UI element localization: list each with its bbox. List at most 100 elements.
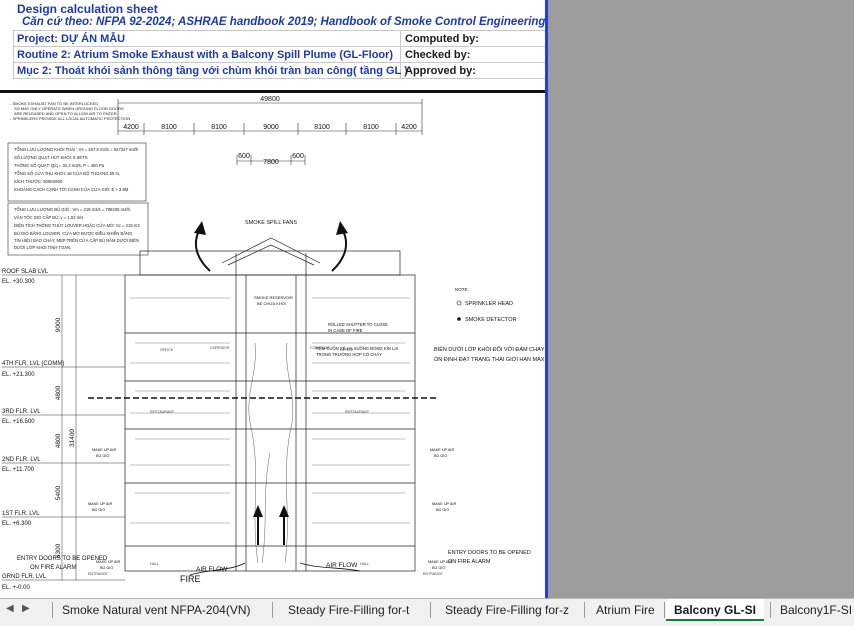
level-elevation: EL. +6.300: [2, 521, 32, 527]
level-lines: [2, 274, 125, 581]
note-line: KHOẢNG CÁCH CẠNH TỚI CẠNH CỬA CỬA GIÓ: E…: [14, 187, 129, 192]
general-notes: - SMOKE EXHAUST FAN TO BE INTERLOCKED SO…: [10, 101, 130, 121]
dimension-span: 8100: [211, 124, 227, 131]
note-line: - SPRINKLERS PROVIDE ALL LOCAL AUTOMATIC…: [10, 116, 130, 121]
shutter-label: ROLLED SHUTTER TO CLOSE: [328, 322, 388, 327]
tab-balcony-1f-si[interactable]: Balcony1F-SI: [772, 599, 854, 621]
note-line: KÍCH THƯỚC: 5000X800: [14, 179, 63, 184]
makeup-air-label: MAKE UP AIR: [92, 448, 116, 452]
first-sheet-icon[interactable]: ◀: [6, 603, 14, 614]
item-cell[interactable]: Mục 2: Thoát khói sảnh thông tầng với ch…: [17, 65, 408, 77]
grid-line: [13, 62, 545, 63]
computed-by-cell[interactable]: Computed by:: [405, 33, 479, 45]
tab-separator: [430, 602, 431, 618]
note-line: TỔNG LƯU LƯỢNG BÙ GIÓ : Vm = 219 m3/s = …: [14, 207, 131, 212]
level-name: ROOF SLAB LVL: [2, 269, 49, 275]
height-dimension: 4800: [55, 385, 62, 400]
room-label: ENTRANCE: [423, 572, 443, 576]
room-label: RESTAURANT: [150, 410, 175, 414]
tab-separator: [664, 602, 665, 618]
room-label: HALL: [360, 562, 369, 566]
tab-steady-fire-z[interactable]: Steady Fire-Filling for-z: [437, 599, 577, 621]
outside-print-area[interactable]: [548, 0, 854, 598]
airflow-label-left: AIR FLOW: [196, 566, 228, 573]
height-dimension: 9000: [55, 317, 62, 332]
level-name: GRND FLR. LVL: [2, 574, 47, 580]
standards-basis: Căn cứ theo: NFPA 92-2024; ASHRAE handbo…: [22, 16, 545, 28]
approved-by-cell[interactable]: Approved by:: [405, 65, 476, 77]
level-name: 2ND FLR. LVL: [2, 457, 41, 463]
tab-separator: [52, 602, 53, 618]
room-label: CORRIDOR: [310, 346, 330, 350]
legend-sprinkler: SPRINKLER HEAD: [465, 301, 513, 307]
height-dimension: 5400: [55, 485, 62, 500]
note-line: DƯỚI LỚP KHÓI TÍNH TOÁN.: [14, 245, 71, 250]
smoke-boundary-label: ỔN ĐỊNH ĐẠT TRẠNG THÁI GIỚI HẠN MAX: [434, 356, 545, 363]
building-section: [124, 237, 416, 572]
level-elevation: EL. +-0.00: [2, 585, 31, 591]
note-line: SỐ LƯỢNG QUẠT HÚT KHÓI: 8 SETS: [14, 155, 88, 160]
sheet-tab-bar: ◀ ▶ Smoke Natural vent NFPA-204(VN) Stea…: [0, 598, 854, 626]
legend-detector: SMOKE DETECTOR: [465, 317, 517, 323]
makeup-air-label: BÙ GIÓ: [436, 507, 449, 512]
reservoir-label: SMOKE RESERVOIR: [254, 295, 293, 300]
note-line: BÙ GIÓ BẰNG LOUVER, CỬA MỞ ĐƯỢC ĐIỀU KHI…: [14, 231, 132, 236]
makeup-air-label: MAKE UP AIR: [88, 502, 112, 506]
level-name: 4TH FLR. LVL (COMM): [2, 361, 64, 367]
smoke-fans-label: SMOKE SPILL FANS: [245, 220, 297, 226]
note-line: DIỆN TÍCH THÔNG THỦY LOUVER HOẶC CỬA MỞ:…: [14, 223, 140, 228]
level-elevation: EL. +11.700: [2, 467, 35, 473]
dimension-span: 8100: [314, 124, 330, 131]
makeup-air-label: BÙ GIÓ: [432, 565, 445, 570]
worksheet-grid[interactable]: Design calculation sheet Căn cứ theo: NF…: [0, 0, 545, 598]
note-line: VẬN TỐC GIÓ CẤP BÙ: v = 1.02 m/s: [14, 215, 83, 220]
level-name: 3RD FLR. LVL: [2, 409, 41, 415]
legend-note: NOTE:: [455, 287, 469, 292]
smoke-boundary-label: BIÊN DƯỚI LỚP KHÓI ĐỐI VỚI ĐÁM CHÁY: [434, 345, 545, 353]
dimension-600-left: 600: [238, 153, 250, 160]
makeup-air-label: BÙ GIÓ: [96, 453, 109, 458]
entry-doors-label-right: ON FIRE ALARM: [448, 559, 491, 565]
project-cell[interactable]: Project: DỰ ÁN MẪU: [17, 33, 125, 45]
room-label: OFFICE: [340, 348, 354, 352]
next-sheet-icon[interactable]: ▶: [22, 603, 30, 614]
height-dimension: 4800: [55, 433, 62, 448]
atrium-section-drawing[interactable]: - SMOKE EXHAUST FAN TO BE INTERLOCKED SO…: [0, 93, 545, 598]
makeup-air-label: BÙ GIÓ: [100, 565, 113, 570]
sheet-title: Design calculation sheet: [17, 2, 158, 16]
note-line: TỔNG LƯU LƯỢNG KHÓI THẢI : Vs = 257.8 m3…: [14, 147, 139, 152]
room-label: OFFICE: [160, 348, 174, 352]
checked-by-cell[interactable]: Checked by:: [405, 49, 470, 61]
exhaust-arrows: [194, 228, 348, 545]
tab-balcony-gl-si[interactable]: Balcony GL-SI: [666, 599, 765, 621]
tab-atrium-fire[interactable]: Atrium Fire: [588, 599, 663, 621]
level-elevation: EL. +21.300: [2, 372, 35, 378]
fire-label: FIRE: [180, 574, 201, 584]
dimension-span: 8100: [363, 124, 379, 131]
grid-line: [13, 46, 545, 47]
grid-line: [13, 78, 545, 79]
level-name: 1ST FLR. LVL: [2, 511, 40, 517]
routine-cell[interactable]: Routine 2: Atrium Smoke Exhaust with a B…: [17, 49, 393, 61]
dimension-span: 9000: [263, 124, 279, 131]
entry-doors-label-left: ON FIRE ALARM: [30, 565, 76, 571]
legend-symbols: [456, 300, 462, 321]
room-label: CORRIDOR: [210, 346, 230, 350]
entry-doors-label-right: ENTRY DOORS TO BE OPENED: [448, 550, 531, 556]
dimension-span: 8100: [161, 124, 177, 131]
room-label: ENTRANCE: [88, 572, 108, 576]
shutter-label: IN CASE OF FIRE: [328, 328, 363, 333]
makeup-air-label: BÙ GIÓ: [434, 453, 447, 458]
tab-steady-fire-t[interactable]: Steady Fire-Filling for-t: [280, 599, 417, 621]
page-break-horizontal: [0, 90, 545, 93]
dimension-span: 4200: [401, 124, 417, 131]
tab-separator: [272, 602, 273, 618]
entry-doors-label-left: ENTRY DOORS TO BE OPENED: [17, 556, 108, 562]
room-label: RESTAURANT: [345, 410, 370, 414]
makeup-air-label: BÙ GIÓ: [92, 507, 105, 512]
total-height-dimension: 31400: [69, 429, 76, 447]
arrow-heads: [194, 221, 348, 517]
makeup-air-label: MAKE UP AIR: [432, 502, 456, 506]
tab-smoke-natural-vent[interactable]: Smoke Natural vent NFPA-204(VN): [54, 599, 259, 621]
reservoir-label: BỂ CHỨA KHÓI: [257, 301, 286, 306]
